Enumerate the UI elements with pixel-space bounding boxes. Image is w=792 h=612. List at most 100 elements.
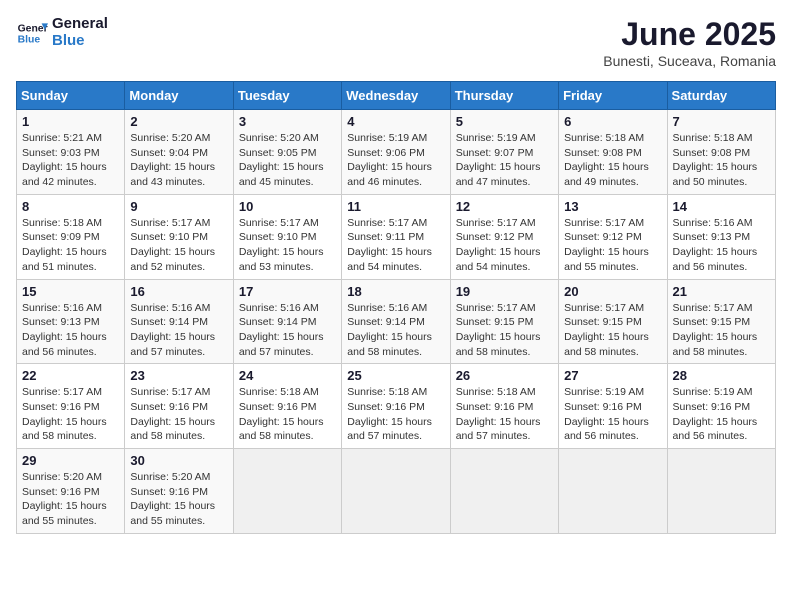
sunset-label: Sunset: 9:16 PM [564, 401, 642, 413]
calendar-cell: 29 Sunrise: 5:20 AM Sunset: 9:16 PM Dayl… [17, 449, 125, 534]
cell-day-number: 22 [22, 368, 119, 383]
sunrise-label: Sunrise: 5:18 AM [347, 386, 427, 398]
calendar-cell: 14 Sunrise: 5:16 AM Sunset: 9:13 PM Dayl… [667, 194, 775, 279]
sunrise-label: Sunrise: 5:18 AM [456, 386, 536, 398]
sunset-label: Sunset: 9:13 PM [22, 316, 100, 328]
cell-day-number: 14 [673, 199, 770, 214]
daylight-label: Daylight: 15 hours [22, 416, 107, 428]
cell-day-number: 9 [130, 199, 227, 214]
sunset-label: Sunset: 9:10 PM [130, 231, 208, 243]
daylight-label: Daylight: 15 hours [564, 416, 649, 428]
daylight-label: Daylight: 15 hours [22, 161, 107, 173]
day-header-wednesday: Wednesday [342, 82, 450, 110]
sunrise-label: Sunrise: 5:17 AM [130, 217, 210, 229]
daylight-minutes: and 58 minutes. [130, 430, 205, 442]
daylight-label: Daylight: 15 hours [673, 246, 758, 258]
cell-info: Sunrise: 5:16 AM Sunset: 9:14 PM Dayligh… [239, 301, 336, 360]
sunset-label: Sunset: 9:16 PM [22, 486, 100, 498]
cell-info: Sunrise: 5:20 AM Sunset: 9:16 PM Dayligh… [22, 470, 119, 529]
cell-info: Sunrise: 5:20 AM Sunset: 9:05 PM Dayligh… [239, 131, 336, 190]
week-row-5: 29 Sunrise: 5:20 AM Sunset: 9:16 PM Dayl… [17, 449, 776, 534]
calendar-cell: 5 Sunrise: 5:19 AM Sunset: 9:07 PM Dayli… [450, 110, 558, 195]
sunrise-label: Sunrise: 5:20 AM [22, 471, 102, 483]
cell-day-number: 10 [239, 199, 336, 214]
logo-icon: General Blue [16, 17, 48, 49]
sunrise-label: Sunrise: 5:17 AM [239, 217, 319, 229]
cell-info: Sunrise: 5:18 AM Sunset: 9:16 PM Dayligh… [347, 385, 444, 444]
daylight-minutes: and 46 minutes. [347, 176, 422, 188]
sunset-label: Sunset: 9:16 PM [130, 486, 208, 498]
month-title: June 2025 [603, 16, 776, 53]
sunrise-label: Sunrise: 5:16 AM [673, 217, 753, 229]
cell-day-number: 16 [130, 284, 227, 299]
calendar-cell: 9 Sunrise: 5:17 AM Sunset: 9:10 PM Dayli… [125, 194, 233, 279]
svg-text:Blue: Blue [18, 34, 41, 45]
daylight-label: Daylight: 15 hours [22, 331, 107, 343]
sunset-label: Sunset: 9:06 PM [347, 147, 425, 159]
daylight-minutes: and 50 minutes. [673, 176, 748, 188]
sunset-label: Sunset: 9:16 PM [239, 401, 317, 413]
sunrise-label: Sunrise: 5:16 AM [347, 302, 427, 314]
sunrise-label: Sunrise: 5:19 AM [673, 386, 753, 398]
daylight-minutes: and 53 minutes. [239, 261, 314, 273]
calendar-cell: 21 Sunrise: 5:17 AM Sunset: 9:15 PM Dayl… [667, 279, 775, 364]
calendar-cell: 28 Sunrise: 5:19 AM Sunset: 9:16 PM Dayl… [667, 364, 775, 449]
sunrise-label: Sunrise: 5:17 AM [22, 386, 102, 398]
cell-info: Sunrise: 5:17 AM Sunset: 9:11 PM Dayligh… [347, 216, 444, 275]
sunrise-label: Sunrise: 5:19 AM [564, 386, 644, 398]
day-header-tuesday: Tuesday [233, 82, 341, 110]
daylight-label: Daylight: 15 hours [130, 416, 215, 428]
sunrise-label: Sunrise: 5:16 AM [130, 302, 210, 314]
calendar-cell: 1 Sunrise: 5:21 AM Sunset: 9:03 PM Dayli… [17, 110, 125, 195]
daylight-label: Daylight: 15 hours [347, 161, 432, 173]
calendar-cell: 19 Sunrise: 5:17 AM Sunset: 9:15 PM Dayl… [450, 279, 558, 364]
calendar: SundayMondayTuesdayWednesdayThursdayFrid… [16, 81, 776, 534]
day-header-friday: Friday [559, 82, 667, 110]
sunset-label: Sunset: 9:16 PM [22, 401, 100, 413]
sunrise-label: Sunrise: 5:20 AM [239, 132, 319, 144]
sunset-label: Sunset: 9:15 PM [456, 316, 534, 328]
sunset-label: Sunset: 9:08 PM [564, 147, 642, 159]
sunrise-label: Sunrise: 5:17 AM [456, 302, 536, 314]
daylight-label: Daylight: 15 hours [130, 161, 215, 173]
daylight-minutes: and 55 minutes. [564, 261, 639, 273]
cell-info: Sunrise: 5:19 AM Sunset: 9:07 PM Dayligh… [456, 131, 553, 190]
sunset-label: Sunset: 9:13 PM [673, 231, 751, 243]
daylight-label: Daylight: 15 hours [22, 246, 107, 258]
cell-info: Sunrise: 5:18 AM Sunset: 9:08 PM Dayligh… [564, 131, 661, 190]
calendar-cell: 3 Sunrise: 5:20 AM Sunset: 9:05 PM Dayli… [233, 110, 341, 195]
daylight-label: Daylight: 15 hours [239, 416, 324, 428]
cell-day-number: 17 [239, 284, 336, 299]
daylight-label: Daylight: 15 hours [130, 331, 215, 343]
calendar-cell: 10 Sunrise: 5:17 AM Sunset: 9:10 PM Dayl… [233, 194, 341, 279]
sunrise-label: Sunrise: 5:17 AM [456, 217, 536, 229]
cell-info: Sunrise: 5:18 AM Sunset: 9:16 PM Dayligh… [456, 385, 553, 444]
daylight-minutes: and 47 minutes. [456, 176, 531, 188]
cell-info: Sunrise: 5:16 AM Sunset: 9:14 PM Dayligh… [347, 301, 444, 360]
daylight-minutes: and 57 minutes. [347, 430, 422, 442]
cell-day-number: 24 [239, 368, 336, 383]
daylight-minutes: and 58 minutes. [239, 430, 314, 442]
cell-day-number: 30 [130, 453, 227, 468]
daylight-minutes: and 58 minutes. [22, 430, 97, 442]
cell-info: Sunrise: 5:17 AM Sunset: 9:12 PM Dayligh… [456, 216, 553, 275]
daylight-label: Daylight: 15 hours [673, 331, 758, 343]
cell-day-number: 11 [347, 199, 444, 214]
cell-day-number: 12 [456, 199, 553, 214]
sunset-label: Sunset: 9:14 PM [239, 316, 317, 328]
daylight-label: Daylight: 15 hours [456, 331, 541, 343]
daylight-minutes: and 43 minutes. [130, 176, 205, 188]
calendar-header-row: SundayMondayTuesdayWednesdayThursdayFrid… [17, 82, 776, 110]
sunset-label: Sunset: 9:04 PM [130, 147, 208, 159]
daylight-label: Daylight: 15 hours [456, 161, 541, 173]
calendar-cell: 11 Sunrise: 5:17 AM Sunset: 9:11 PM Dayl… [342, 194, 450, 279]
daylight-label: Daylight: 15 hours [239, 246, 324, 258]
daylight-label: Daylight: 15 hours [456, 246, 541, 258]
cell-day-number: 13 [564, 199, 661, 214]
title-area: June 2025 Bunesti, Suceava, Romania [603, 16, 776, 69]
sunset-label: Sunset: 9:05 PM [239, 147, 317, 159]
daylight-label: Daylight: 15 hours [239, 161, 324, 173]
calendar-cell: 16 Sunrise: 5:16 AM Sunset: 9:14 PM Dayl… [125, 279, 233, 364]
cell-day-number: 28 [673, 368, 770, 383]
daylight-minutes: and 56 minutes. [22, 346, 97, 358]
